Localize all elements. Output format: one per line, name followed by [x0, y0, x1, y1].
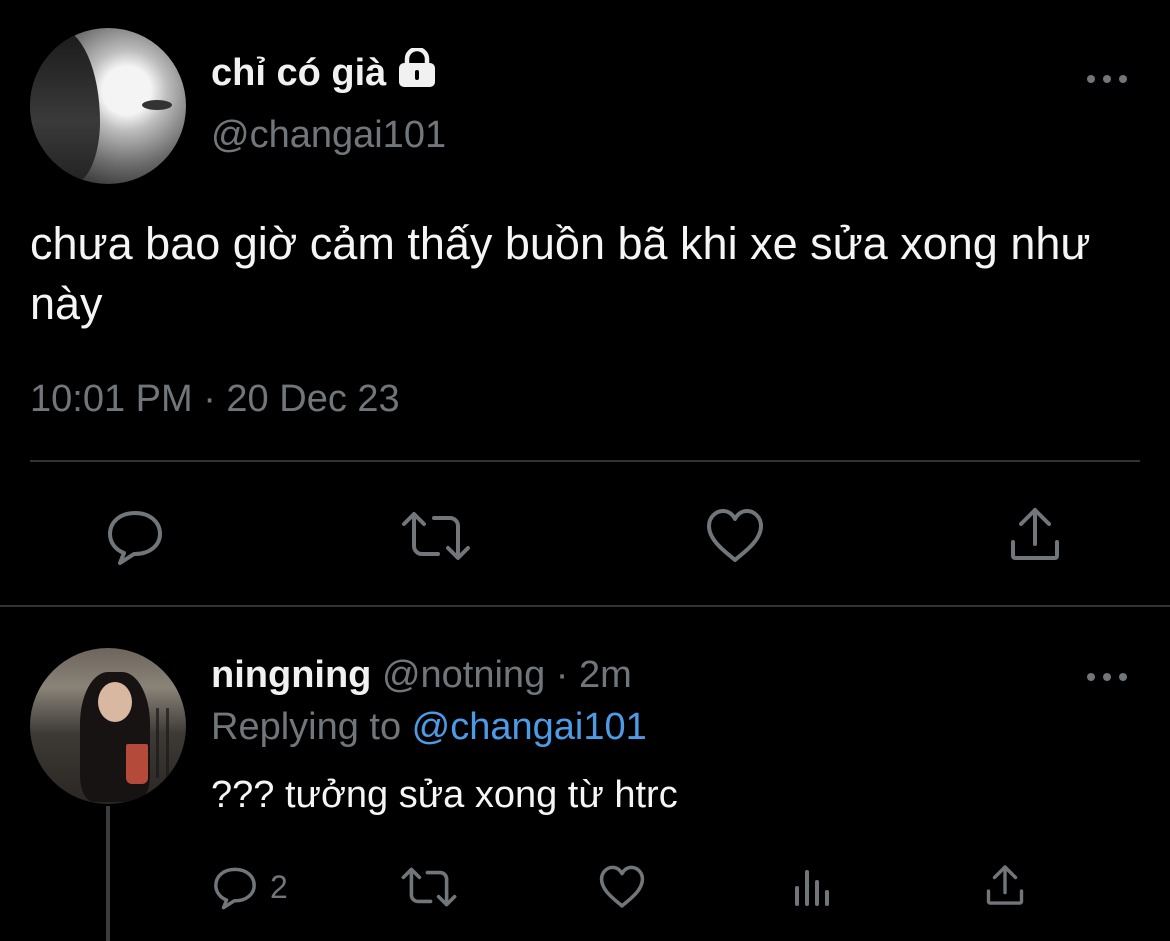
reply-tweet-display-name[interactable]: ningning	[211, 654, 371, 696]
more-options-icon[interactable]	[1087, 73, 1127, 85]
share-icon	[1011, 508, 1059, 560]
thread-line	[106, 806, 110, 941]
reply-tweet-share-button[interactable]	[982, 860, 1028, 910]
share-icon	[986, 865, 1024, 905]
reply-more-options-icon[interactable]	[1087, 671, 1127, 683]
main-tweet-author[interactable]: chỉ có già	[211, 46, 438, 98]
reply-tweet-views-button[interactable]	[790, 862, 836, 912]
reply-icon	[214, 867, 256, 910]
reply-tweet-handle[interactable]: @notning	[382, 654, 545, 696]
reply-tweet-text: ??? tưởng sửa xong từ htrc	[211, 774, 678, 816]
reply-count: 2	[270, 868, 288, 905]
reply-tweet-header: ningning @notning · 2m	[211, 654, 632, 697]
tweet-divider	[0, 605, 1170, 607]
lock-icon	[396, 46, 438, 98]
views-icon	[795, 870, 829, 906]
replying-to-mention-link[interactable]: @changai101	[412, 706, 647, 748]
reply-tweet-like-button[interactable]	[596, 862, 648, 912]
reply-button[interactable]	[104, 505, 166, 567]
tweet-actions-divider	[30, 460, 1140, 462]
main-tweet-text: chưa bao giờ cảm thấy buồn bã khi xe sửa…	[30, 218, 1091, 329]
reply-tweet-retweet-button[interactable]	[398, 862, 460, 912]
reply-tweet-time: · 2m	[545, 654, 632, 696]
reply-icon	[108, 511, 162, 565]
retweet-icon	[402, 512, 470, 560]
replying-to-line: Replying to @changai101	[211, 706, 647, 749]
retweet-button[interactable]	[400, 505, 472, 567]
reply-tweet-avatar[interactable]	[30, 648, 186, 804]
replying-to-label: Replying to	[211, 706, 412, 748]
main-tweet-avatar[interactable]	[30, 28, 186, 184]
main-tweet-handle[interactable]: @changai101	[211, 114, 446, 157]
like-icon	[599, 865, 645, 908]
like-icon	[707, 509, 763, 562]
main-tweet-timestamp[interactable]: 10:01 PM · 20 Dec 23	[30, 378, 400, 421]
main-tweet-display-name: chỉ có già	[211, 51, 387, 94]
reply-tweet-reply-button[interactable]: 2	[212, 862, 288, 912]
share-button[interactable]	[1004, 503, 1066, 565]
like-button[interactable]	[704, 505, 766, 567]
retweet-icon	[401, 867, 457, 907]
